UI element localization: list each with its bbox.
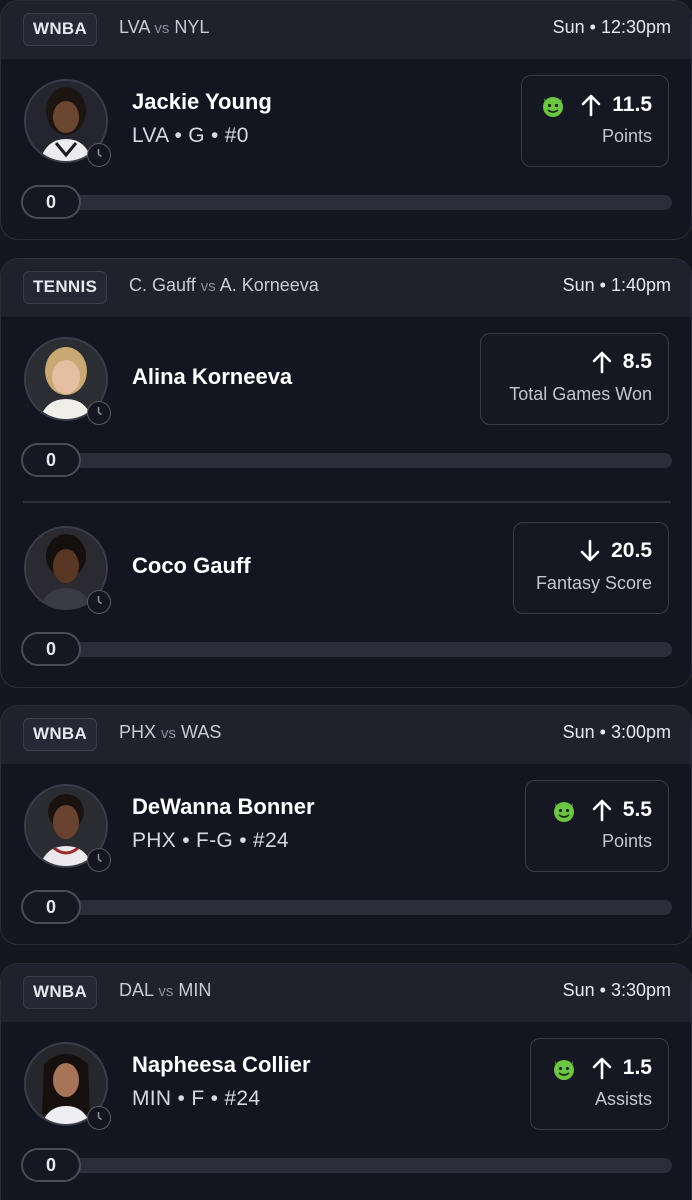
projection-line: 5.5	[551, 797, 652, 823]
matchup: LVA vs NYL	[119, 17, 209, 38]
clock-icon	[87, 401, 111, 425]
league-badge: WNBA	[23, 718, 98, 751]
projection-line: 8.5	[591, 350, 652, 374]
demon-icon	[553, 1060, 574, 1080]
pick-card: WNBA LVA vs NYL Sun • 12:30pm Jackie You…	[0, 0, 692, 240]
clock-icon	[87, 590, 111, 614]
card-header: WNBA LVA vs NYL Sun • 12:30pm	[1, 1, 691, 59]
arrow-up-icon	[592, 351, 612, 374]
player-name: Alina Korneeva	[132, 364, 293, 389]
row-divider	[23, 501, 671, 503]
progress-track	[51, 1158, 672, 1173]
player-row[interactable]: Napheesa Collier MIN • F • #24 1.5 Assis…	[1, 1038, 691, 1200]
progress-bar: 0	[21, 632, 672, 666]
progress-count: 0	[21, 632, 81, 666]
progress-track	[51, 453, 672, 468]
stat-label: Assists	[594, 1089, 652, 1109]
progress-bar: 0	[21, 1148, 672, 1182]
player-name: DeWanna Bonner	[132, 794, 315, 819]
player-row[interactable]: Alina Korneeva 8.5 Total Games Won 0	[1, 333, 691, 497]
player-meta: PHX • F-G • #24	[132, 829, 289, 852]
progress-count: 0	[21, 890, 81, 924]
line-value: 1.5	[622, 1056, 652, 1079]
vs-label: vs	[154, 20, 170, 37]
projection-box[interactable]: 20.5 Fantasy Score	[513, 522, 669, 614]
game-time: Sun • 12:30pm	[552, 17, 671, 37]
arrow-up-icon	[592, 799, 612, 822]
line-value: 11.5	[612, 93, 652, 116]
player-row[interactable]: Coco Gauff 20.5 Fantasy Score 0	[1, 522, 691, 686]
matchup: PHX vs WAS	[119, 722, 221, 743]
matchup: DAL vs MIN	[119, 980, 211, 1001]
progress-track	[51, 900, 672, 915]
projection-line: 1.5	[551, 1055, 652, 1081]
line-value: 5.5	[622, 798, 652, 821]
line-value: 20.5	[611, 539, 652, 562]
pick-card: WNBA PHX vs WAS Sun • 3:00pm DeWanna Bon…	[0, 705, 692, 945]
demon-icon	[553, 802, 574, 822]
card-header: WNBA DAL vs MIN Sun • 3:30pm	[1, 964, 691, 1022]
stat-label: Total Games Won	[509, 384, 652, 404]
player-row[interactable]: Jackie Young LVA • G • #0 11.5 Points 0	[1, 75, 691, 239]
league-badge: TENNIS	[23, 271, 108, 304]
progress-track	[51, 195, 672, 210]
arrow-up-icon	[581, 94, 601, 117]
game-time: Sun • 3:30pm	[562, 980, 671, 1000]
vs-label: vs	[161, 725, 177, 742]
team-b: A. Korneeva	[219, 275, 319, 295]
player-name: Jackie Young	[132, 89, 272, 114]
progress-track	[51, 642, 672, 657]
projection-box[interactable]: 5.5 Points	[525, 780, 669, 872]
team-a: LVA	[119, 17, 150, 37]
player-name: Napheesa Collier	[132, 1052, 311, 1077]
progress-bar: 0	[21, 890, 672, 924]
projection-box[interactable]: 8.5 Total Games Won	[480, 333, 669, 425]
player-row[interactable]: DeWanna Bonner PHX • F-G • #24 5.5 Point…	[1, 780, 691, 944]
progress-bar: 0	[21, 185, 672, 219]
card-header: TENNIS C. Gauff vs A. Korneeva Sun • 1:4…	[1, 259, 691, 317]
stat-label: Points	[601, 126, 652, 146]
vs-label: vs	[158, 983, 174, 1000]
pick-card: WNBA DAL vs MIN Sun • 3:30pm Napheesa Co…	[0, 963, 692, 1200]
vs-label: vs	[200, 278, 216, 295]
team-b: NYL	[174, 17, 210, 37]
league-badge: WNBA	[23, 13, 98, 46]
demon-icon	[543, 97, 564, 117]
team-a: C. Gauff	[129, 275, 196, 295]
matchup: C. Gauff vs A. Korneeva	[129, 275, 319, 296]
arrow-up-icon	[592, 1057, 612, 1080]
projection-line: 20.5	[579, 539, 652, 563]
progress-bar: 0	[21, 443, 672, 477]
card-header: WNBA PHX vs WAS Sun • 3:00pm	[1, 706, 691, 764]
team-a: PHX	[119, 722, 157, 742]
stat-label: Points	[601, 831, 652, 851]
clock-icon	[87, 848, 111, 872]
game-time: Sun • 1:40pm	[562, 275, 671, 295]
team-b: WAS	[181, 722, 222, 742]
projection-line: 11.5	[540, 92, 652, 118]
progress-count: 0	[21, 1148, 81, 1182]
pick-card: TENNIS C. Gauff vs A. Korneeva Sun • 1:4…	[0, 258, 692, 688]
player-meta: LVA • G • #0	[132, 124, 249, 147]
league-badge: WNBA	[23, 976, 98, 1009]
player-meta: MIN • F • #24	[132, 1087, 261, 1110]
arrow-down-icon	[580, 539, 600, 562]
clock-icon	[87, 1106, 111, 1130]
progress-count: 0	[21, 185, 81, 219]
progress-count: 0	[21, 443, 81, 477]
clock-icon	[87, 143, 111, 167]
team-b: MIN	[178, 980, 212, 1000]
player-name: Coco Gauff	[132, 553, 251, 578]
team-a: DAL	[119, 980, 154, 1000]
game-time: Sun • 3:00pm	[562, 722, 671, 742]
projection-box[interactable]: 1.5 Assists	[530, 1038, 669, 1130]
stat-label: Fantasy Score	[535, 573, 652, 593]
projection-box[interactable]: 11.5 Points	[521, 75, 669, 167]
line-value: 8.5	[622, 350, 652, 373]
